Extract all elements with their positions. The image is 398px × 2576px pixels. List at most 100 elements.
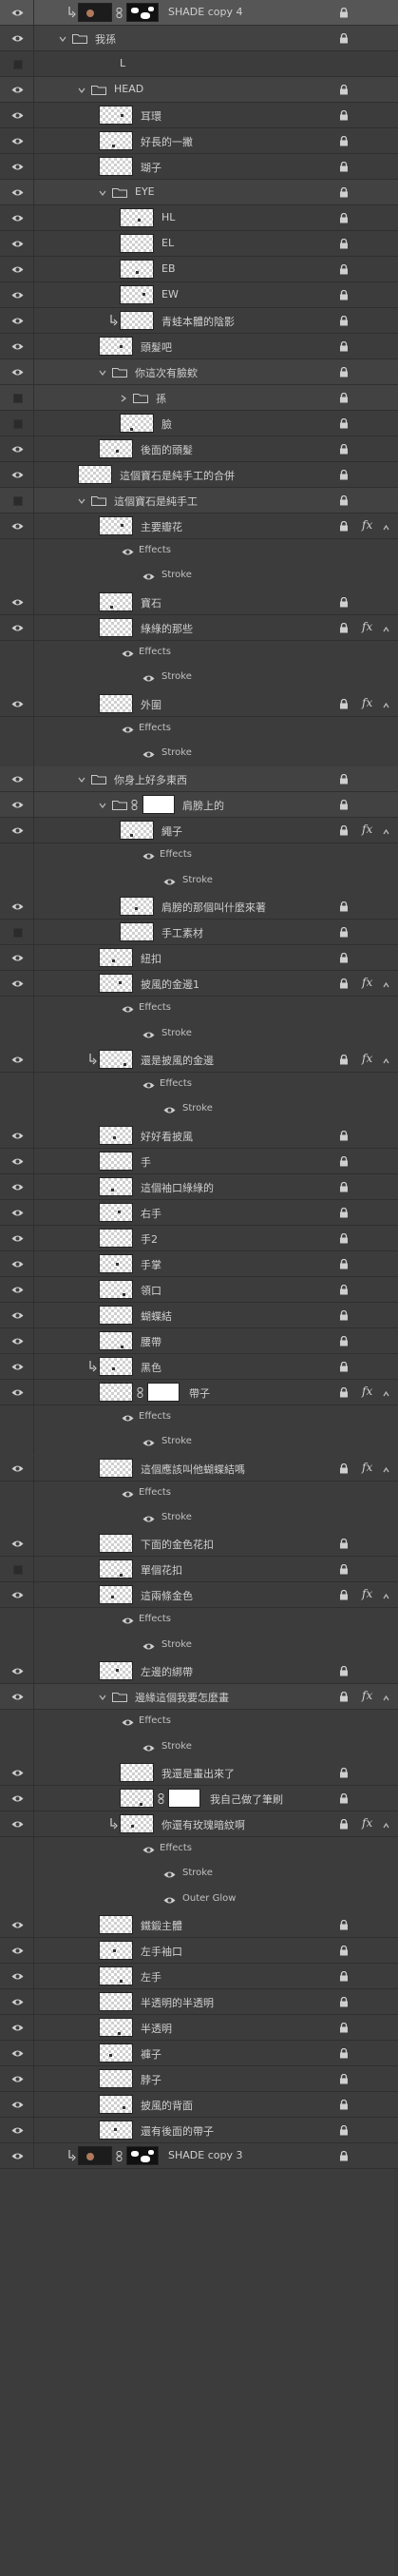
layer-effects-fx-icon[interactable]: fx [362, 1816, 372, 1830]
visibility-toggle[interactable] [0, 205, 34, 230]
layer-mask-thumbnail[interactable] [126, 3, 159, 22]
visibility-toggle[interactable] [0, 1964, 34, 1989]
visibility-toggle[interactable] [0, 231, 34, 256]
layer-thumbnail[interactable] [99, 1966, 133, 1986]
visibility-toggle[interactable] [0, 77, 34, 102]
layer-effects-fx-icon[interactable]: fx [362, 1689, 372, 1702]
visibility-toggle[interactable] [0, 1658, 34, 1684]
visibility-toggle[interactable] [0, 945, 34, 971]
effect-row[interactable]: Stroke [0, 564, 398, 590]
layer-row[interactable]: 單個花扣 [0, 1557, 398, 1583]
visibility-off-box[interactable] [13, 928, 23, 939]
visibility-off-box[interactable] [13, 496, 23, 506]
layer-thumbnail[interactable] [120, 1763, 154, 1782]
visibility-toggle[interactable] [0, 51, 34, 76]
layer-thumbnail[interactable] [99, 974, 133, 994]
effects-row[interactable]: Effects [0, 1481, 398, 1506]
layer-row[interactable]: 好長的一撇 [0, 128, 398, 154]
layer-group-row[interactable]: 你這次有臉欸 [0, 359, 398, 385]
visibility-toggle[interactable] [0, 154, 34, 179]
visibility-toggle[interactable] [0, 1148, 34, 1173]
layer-thumbnail[interactable] [99, 1125, 133, 1145]
visibility-toggle[interactable] [0, 1506, 34, 1531]
layer-group-row[interactable]: 肩膀上的 [0, 792, 398, 819]
visibility-toggle[interactable] [0, 742, 34, 766]
visibility-toggle[interactable] [0, 1938, 34, 1964]
layer-row[interactable]: 半透明 [0, 2015, 398, 2042]
visibility-toggle[interactable] [0, 666, 34, 691]
visibility-toggle[interactable] [0, 1582, 34, 1608]
effect-row[interactable]: Outer Glow [0, 1887, 398, 1912]
visibility-toggle[interactable] [0, 1073, 34, 1097]
visibility-off-box[interactable] [13, 419, 23, 429]
layer-effects-fx-icon[interactable]: fx [362, 1461, 372, 1474]
layer-thumbnail[interactable] [99, 2069, 133, 2089]
layer-row[interactable]: 下面的金色花扣 [0, 1531, 398, 1558]
layer-thumbnail[interactable] [99, 1228, 133, 1248]
layer-thumbnail[interactable] [99, 1305, 133, 1325]
layer-row[interactable]: 褲子 [0, 2041, 398, 2067]
visibility-toggle[interactable] [0, 1786, 34, 1811]
visibility-toggle[interactable] [0, 920, 34, 945]
layer-effects-fx-icon[interactable]: fx [362, 696, 372, 709]
visibility-toggle[interactable] [0, 1199, 34, 1225]
layer-row[interactable]: 頭髮吧 [0, 334, 398, 359]
layer-effects-fx-icon[interactable]: fx [362, 1385, 372, 1398]
visibility-toggle[interactable] [0, 2066, 34, 2092]
effect-row[interactable]: Stroke [0, 1633, 398, 1658]
layer-row[interactable]: 黑色 [0, 1353, 398, 1380]
layer-group-row[interactable]: 這個寶石是純手工 [0, 488, 398, 513]
visibility-toggle[interactable] [0, 1912, 34, 1938]
visibility-toggle[interactable] [0, 334, 34, 358]
layer-row[interactable]: 瑚子 [0, 154, 398, 180]
visibility-toggle[interactable] [0, 868, 34, 894]
layer-row[interactable]: 寶石 [0, 589, 398, 615]
layer-thumbnail[interactable] [99, 2095, 133, 2115]
layer-thumbnail[interactable] [99, 591, 133, 611]
layer-row[interactable]: 我自己做了筆刷 [0, 1786, 398, 1811]
layer-mask-thumbnail[interactable] [126, 2146, 159, 2166]
layer-thumbnail[interactable] [78, 3, 112, 22]
effects-row[interactable]: Effects [0, 1073, 398, 1097]
visibility-off-box[interactable] [13, 1565, 23, 1576]
effects-row[interactable]: Effects [0, 716, 398, 742]
layer-thumbnail[interactable] [99, 2121, 133, 2140]
visibility-toggle[interactable] [0, 308, 34, 333]
visibility-toggle[interactable] [0, 971, 34, 997]
layer-thumbnail[interactable] [99, 2043, 133, 2063]
layer-row[interactable]: 我還是畫出來了 [0, 1760, 398, 1786]
layer-group-row[interactable]: 邊緣這個我要怎麼畫 fx [0, 1684, 398, 1711]
effect-row[interactable]: Stroke [0, 1734, 398, 1760]
visibility-toggle[interactable] [0, 1734, 34, 1760]
layer-row[interactable]: 鐵鍛主體 [0, 1912, 398, 1939]
effect-row[interactable]: Stroke [0, 1097, 398, 1123]
layer-row[interactable]: 耳環 [0, 103, 398, 128]
visibility-toggle[interactable] [0, 1684, 34, 1710]
visibility-toggle[interactable] [0, 1837, 34, 1862]
layer-thumbnail[interactable] [120, 1789, 154, 1808]
visibility-toggle[interactable] [0, 1989, 34, 2015]
layer-row[interactable]: 手掌 [0, 1250, 398, 1277]
visibility-toggle[interactable] [0, 128, 34, 153]
layer-row[interactable]: 左手 [0, 1964, 398, 1990]
visibility-toggle[interactable] [0, 282, 34, 307]
layer-row[interactable]: 手 [0, 1148, 398, 1174]
visibility-off-box[interactable] [13, 60, 23, 69]
layer-row[interactable]: 繩子 fx [0, 818, 398, 844]
layer-row[interactable]: 外圍 fx [0, 690, 398, 717]
layer-thumbnail[interactable] [120, 260, 154, 279]
effects-row[interactable]: Effects [0, 539, 398, 564]
layer-thumbnail[interactable] [120, 821, 154, 841]
layer-thumbnail[interactable] [78, 465, 112, 484]
visibility-toggle[interactable] [0, 614, 34, 640]
visibility-toggle[interactable] [0, 1481, 34, 1506]
layer-thumbnail[interactable] [120, 311, 154, 330]
layer-row[interactable]: 左邊的綁帶 [0, 1658, 398, 1685]
visibility-toggle[interactable] [0, 103, 34, 127]
visibility-toggle[interactable] [0, 539, 34, 564]
visibility-toggle[interactable] [0, 1760, 34, 1785]
visibility-toggle[interactable] [0, 1887, 34, 1912]
layer-thumbnail[interactable] [99, 1382, 133, 1402]
visibility-toggle[interactable] [0, 589, 34, 614]
layer-thumbnail[interactable] [120, 234, 154, 253]
